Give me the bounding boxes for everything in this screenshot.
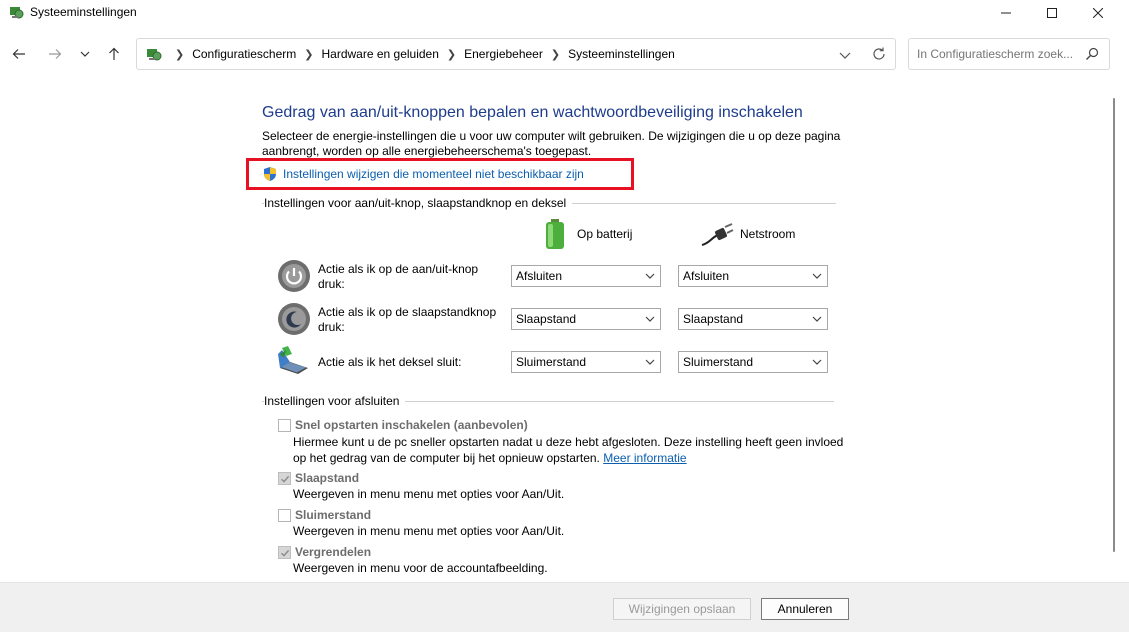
lock-description: Weergeven in menu voor de accountafbeeld… [293,561,548,575]
chevron-down-icon [645,316,655,322]
vertical-scrollbar[interactable] [1106,84,1122,578]
footer-bar: Wijzigingen opslaan Annuleren [0,582,1129,632]
description-text: Hiermee kunt u de pc sneller opstarten n… [293,435,844,465]
checkmark-icon [281,475,290,483]
up-button[interactable] [103,43,125,65]
ac-column-header: Netstroom [700,221,795,247]
sleep-description: Weergeven in menu menu met opties voor A… [293,487,565,501]
control-panel-icon [10,7,24,19]
hibernate-checkbox[interactable] [278,508,291,522]
shutdown-section-title: Instellingen voor afsluiten [264,394,406,408]
sleep-button-battery-select[interactable]: Slaapstand [511,308,661,330]
chevron-down-icon [812,273,822,279]
battery-icon [546,219,564,249]
lock-checkbox[interactable] [278,545,291,559]
arrow-right-icon [49,49,62,59]
checkbox-label: Slaapstand [295,471,360,485]
save-changes-button[interactable]: Wijzigingen opslaan [613,598,751,620]
close-button[interactable] [1075,0,1121,26]
more-info-link[interactable]: Meer informatie [603,451,686,465]
control-panel-icon [147,49,162,61]
title-bar: Systeeminstellingen [0,0,1129,26]
intro-text: Selecteer de energie-instellingen die u … [262,129,841,158]
refresh-icon[interactable] [871,46,887,62]
battery-column-header: Op batterij [543,218,632,250]
sleep-button-ac-select[interactable]: Slaapstand [678,308,828,330]
change-settings-label[interactable]: Instellingen wijzigen die momenteel niet… [283,167,584,181]
chevron-down-icon [645,359,655,365]
chevron-down-icon[interactable] [837,47,853,63]
power-section-title: Instellingen voor aan/uit-knop, slaapsta… [264,196,573,210]
breadcrumb: ❯ Configuratiescherm ❯ Hardware en gelui… [167,47,675,61]
search-box[interactable] [908,38,1110,70]
lid-close-ac-select[interactable]: Sluimerstand [678,351,828,373]
select-value: Sluimerstand [683,355,754,369]
hibernate-option[interactable]: Sluimerstand [278,508,371,522]
power-button-ac-select[interactable]: Afsluiten [678,265,828,287]
hibernate-description: Weergeven in menu menu met opties voor A… [293,524,565,538]
scrollbar-thumb[interactable] [1113,98,1115,552]
search-icon[interactable] [1085,47,1099,61]
sleep-option[interactable]: Slaapstand [278,471,359,485]
ac-column-label: Netstroom [740,227,796,241]
row-label: Actie als ik op de slaapstandknop druk: [318,305,497,334]
select-value: Slaapstand [516,312,577,326]
checkbox-label: Sluimerstand [295,508,372,522]
chevron-down-icon [812,359,822,365]
maximize-button[interactable] [1029,0,1075,26]
cancel-button[interactable]: Annuleren [761,598,849,620]
chevron-right-icon[interactable]: ❯ [447,48,456,61]
back-button[interactable] [8,43,30,65]
arrow-up-icon [109,47,119,60]
power-button-icon [278,260,310,292]
chevron-right-icon[interactable]: ❯ [551,48,560,61]
close-icon [1093,8,1103,18]
window-title: Systeeminstellingen [30,5,137,19]
checkbox-label: Vergrendelen [295,545,372,559]
battery-column-label: Op batterij [577,227,633,241]
fast-startup-description: Hiermee kunt u de pc sneller opstarten n… [293,434,853,466]
minimize-button[interactable] [983,0,1029,26]
sleep-button-icon [278,303,310,335]
breadcrumb-item[interactable]: Energiebeheer [464,47,543,61]
row-label: Actie als ik op de aan/uit-knop druk: [318,262,479,291]
fast-startup-checkbox[interactable] [278,418,291,432]
change-settings-link[interactable]: Instellingen wijzigen die momenteel niet… [262,166,584,182]
power-plug-icon [701,223,734,246]
search-input[interactable] [917,46,1077,62]
page-title: Gedrag van aan/uit-knoppen bepalen en wa… [262,104,803,121]
select-value: Slaapstand [683,312,744,326]
minimize-icon [1001,12,1011,14]
breadcrumb-item[interactable]: Configuratiescherm [192,47,296,61]
select-value: Afsluiten [516,269,563,283]
checkbox-label: Snel opstarten inschakelen (aanbevolen) [295,418,528,432]
chevron-right-icon[interactable]: ❯ [304,48,313,61]
select-value: Afsluiten [683,269,730,283]
chevron-down-icon [80,51,90,57]
chevron-down-icon [812,316,822,322]
arrow-left-icon [12,49,25,59]
uac-shield-icon [264,167,276,181]
chevron-down-icon [645,273,655,279]
maximize-icon [1047,8,1057,18]
power-button-battery-select[interactable]: Afsluiten [511,265,661,287]
lock-option[interactable]: Vergrendelen [278,545,371,559]
recent-locations-button[interactable] [74,43,96,65]
fast-startup-option[interactable]: Snel opstarten inschakelen (aanbevolen) [278,418,528,432]
sleep-checkbox[interactable] [278,471,291,485]
breadcrumb-item[interactable]: Systeeminstellingen [568,47,675,61]
chevron-right-icon: ❯ [175,48,185,61]
laptop-lid-icon [278,346,308,374]
select-value: Sluimerstand [516,355,587,369]
checkmark-icon [281,549,290,557]
row-label: Actie als ik het deksel sluit: [318,355,462,369]
forward-button[interactable] [44,43,66,65]
breadcrumb-item[interactable]: Hardware en geluiden [321,47,438,61]
address-bar[interactable]: ❯ Configuratiescherm ❯ Hardware en gelui… [136,38,896,70]
lid-close-battery-select[interactable]: Sluimerstand [511,351,661,373]
